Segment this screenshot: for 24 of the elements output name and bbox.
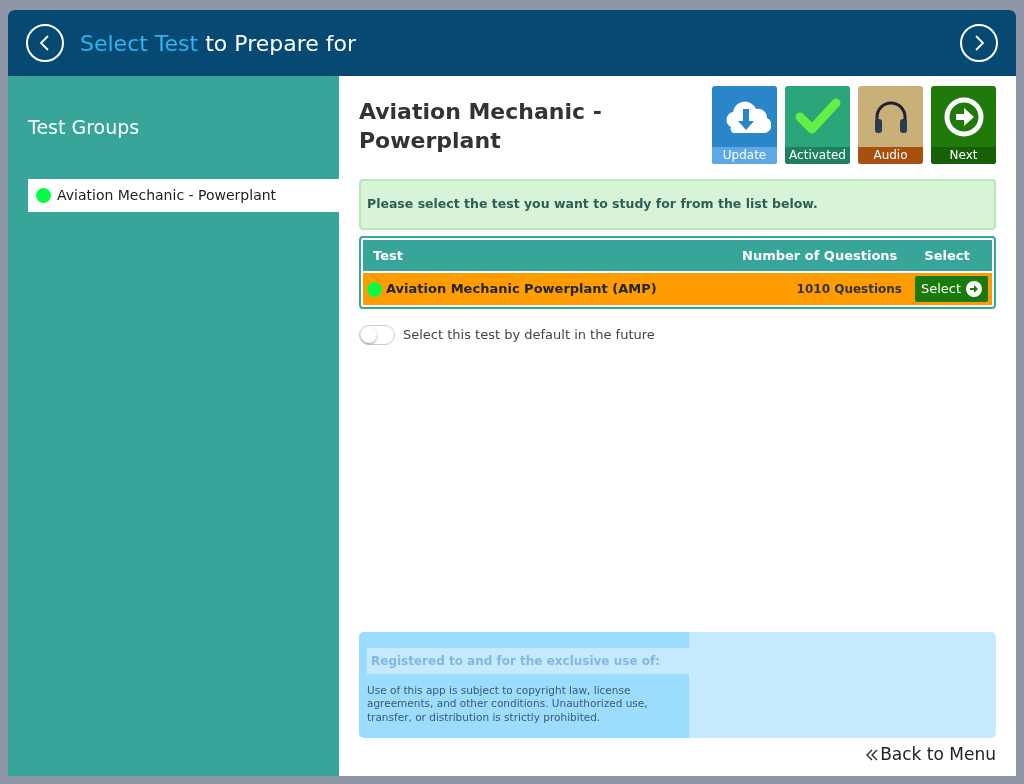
back-to-menu-link[interactable]: Back to Menu xyxy=(866,742,996,768)
test-group-title: Aviation Mechanic - Powerplant xyxy=(359,98,603,155)
double-chevron-left-icon xyxy=(866,749,879,761)
audio-tile[interactable]: Audio xyxy=(858,86,923,164)
back-button[interactable] xyxy=(26,24,64,62)
page-title: Select Test to Prepare for xyxy=(80,29,357,58)
activated-tile[interactable]: Activated xyxy=(785,86,850,164)
question-count: 1010 Questions xyxy=(796,281,902,298)
next-tile[interactable]: Next xyxy=(931,86,996,164)
sidebar-title: Test Groups xyxy=(28,116,141,139)
test-row[interactable]: Aviation Mechanic Powerplant (AMP) 1010 Questions Select xyxy=(363,273,992,305)
column-header: Test xyxy=(373,246,404,265)
default-toggle[interactable] xyxy=(359,324,395,345)
select-button[interactable]: Select xyxy=(914,276,988,302)
registration-heading: Registered to and for the exclusive use of: xyxy=(367,648,689,675)
copyright-notice: Use of this app is subject to copyright law, license agreements, and other conditions. Unauthorized use, transfer, or distribution is strictly prohibited. xyxy=(367,684,649,724)
forward-button[interactable] xyxy=(960,24,998,62)
test-group-item[interactable]: Aviation Mechanic - Powerplant xyxy=(28,178,339,212)
instruction-banner: Please select the test you want to study for from the list below. xyxy=(359,179,996,230)
toggle-label: Select this test by default in the future xyxy=(403,326,655,344)
test-name: Aviation Mechanic Powerplant (AMP) xyxy=(386,280,658,299)
column-header: Number of Questions xyxy=(742,246,899,265)
column-header: Select xyxy=(923,246,971,265)
arrow-circle-right-icon xyxy=(966,281,982,297)
